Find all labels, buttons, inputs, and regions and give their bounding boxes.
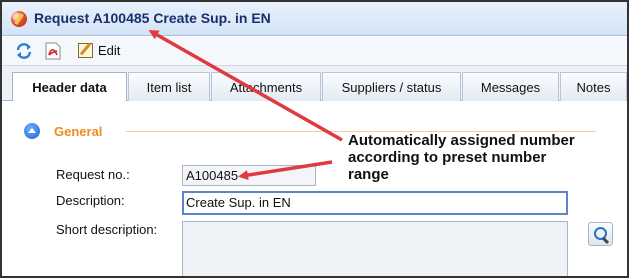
pdf-icon[interactable]: [45, 42, 61, 60]
search-icon[interactable]: [588, 222, 613, 246]
short-description-label: Short description:: [56, 222, 158, 237]
app-logo-icon: [11, 11, 27, 27]
annotation-callout: Automatically assigned number according …: [348, 132, 575, 183]
tab-notes[interactable]: Notes: [560, 72, 627, 101]
request-no-label: Request no.:: [56, 167, 130, 182]
tab-strip: Header data Item list Attachments Suppli…: [2, 66, 627, 102]
section-title: General: [54, 123, 103, 139]
edit-icon: [78, 43, 93, 58]
header-data-panel: General Request no.: A100485 Description…: [2, 101, 627, 276]
title-bar: Request A100485 Create Sup. in EN: [2, 2, 627, 36]
description-label: Description:: [56, 193, 125, 208]
tab-item-list[interactable]: Item list: [128, 72, 210, 101]
tab-header-data[interactable]: Header data: [12, 72, 127, 102]
tab-messages[interactable]: Messages: [462, 72, 559, 101]
edit-button[interactable]: Edit: [75, 42, 125, 60]
section-header[interactable]: General: [24, 123, 102, 139]
short-description-field[interactable]: [182, 221, 568, 276]
edit-label: Edit: [98, 43, 121, 58]
toolbar: Edit: [2, 37, 627, 66]
description-input[interactable]: Create Sup. in EN: [182, 191, 568, 215]
collapse-up-icon[interactable]: [24, 123, 40, 139]
tab-attachments[interactable]: Attachments: [211, 72, 321, 101]
window-title: Request A100485 Create Sup. in EN: [34, 10, 271, 26]
request-no-field[interactable]: A100485: [182, 165, 316, 186]
refresh-icon[interactable]: [15, 42, 33, 60]
tab-suppliers-status[interactable]: Suppliers / status: [322, 72, 461, 101]
request-window: Request A100485 Create Sup. in EN Edit H…: [0, 0, 629, 278]
